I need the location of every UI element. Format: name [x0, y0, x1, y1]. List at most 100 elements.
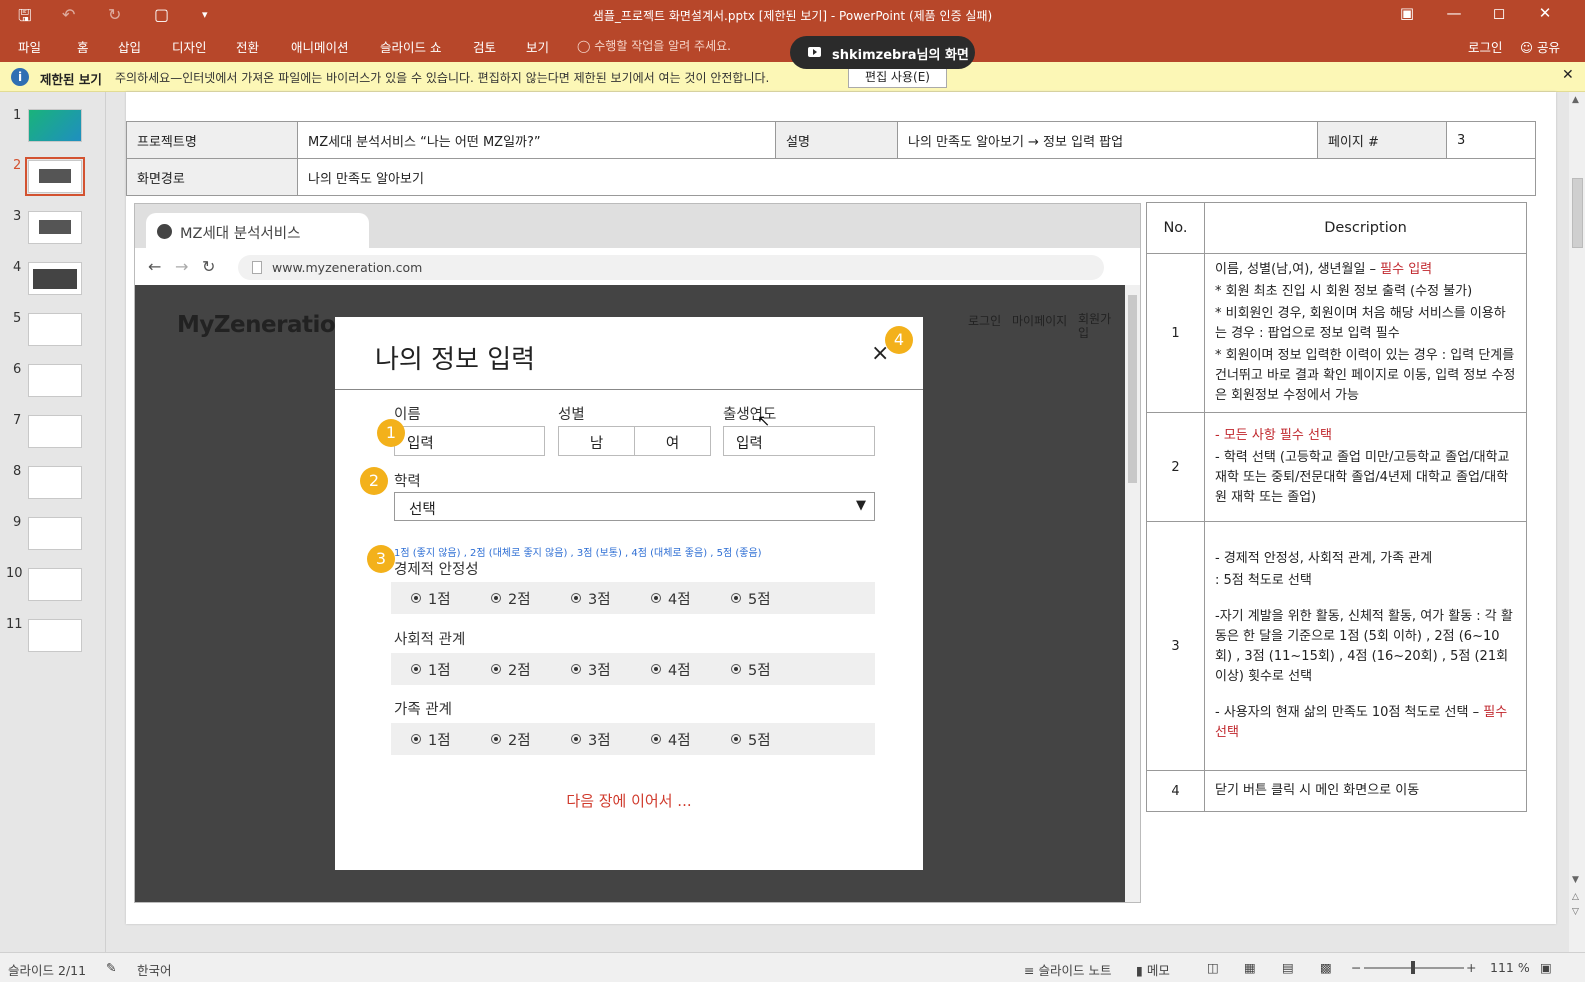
radio-option: 4점 — [651, 659, 691, 680]
tell-me-search[interactable]: ◯ 수행할 작업을 알려 주세요. — [577, 37, 731, 54]
page-value: 3 — [1446, 121, 1536, 159]
zoom-in-icon[interactable]: + — [1466, 960, 1476, 975]
desc-line: 이름, 성별(남,여), 생년월일 – 필수 입력 — [1215, 262, 1433, 277]
spell-check-icon[interactable]: ✎ — [106, 960, 116, 975]
menu-home[interactable]: 홈 — [77, 37, 89, 56]
menu-design[interactable]: 디자인 — [172, 37, 207, 56]
vertical-scrollbar[interactable]: ▲ ▼ △ ▽ — [1569, 92, 1585, 952]
radio-icon — [731, 734, 741, 744]
zoom-slider-thumb[interactable] — [1411, 961, 1415, 974]
no-header: No. — [1146, 202, 1205, 254]
language-indicator[interactable]: 한국어 — [137, 960, 172, 979]
slide-thumbnail-11[interactable] — [28, 619, 82, 652]
prev-slide-icon[interactable]: △ — [1572, 892, 1579, 902]
row-description: 이름, 성별(남,여), 생년월일 – 필수 입력 * 회원 최초 진입 시 회… — [1204, 253, 1527, 413]
desc-line: - 사용자의 현재 삶의 만족도 10점 척도로 선택 – 필수 선택 — [1215, 705, 1508, 740]
thumb-number: 9 — [13, 515, 22, 530]
protected-view-title: 제한된 보기 — [40, 72, 102, 87]
row-number: 4 — [1146, 770, 1205, 812]
slideshow-view-icon[interactable]: ▩ — [1320, 960, 1332, 975]
radio-option: 3점 — [571, 659, 611, 680]
next-slide-icon[interactable]: ▽ — [1572, 907, 1579, 917]
zoom-out-icon[interactable]: − — [1351, 960, 1361, 975]
radio-icon — [411, 664, 421, 674]
fit-to-window-icon[interactable]: ▣ — [1540, 960, 1552, 975]
path-label: 화면경로 — [126, 158, 298, 196]
slide-thumbnail-7[interactable] — [28, 415, 82, 448]
site-mypage-link: 마이페이지 — [1012, 314, 1068, 328]
slide-thumbnail-4[interactable] — [28, 262, 82, 295]
enable-editing-button[interactable]: 편집 사용(E) — [848, 67, 947, 88]
desc-line: - 경제적 안정성, 사회적 관계, 가족 관계 — [1215, 551, 1433, 566]
radio-option: 2점 — [491, 729, 531, 750]
menu-slideshow[interactable]: 슬라이드 쇼 — [380, 37, 441, 56]
radio-option: 5점 — [731, 729, 771, 750]
minimize-icon[interactable]: — — [1440, 4, 1468, 22]
radio-option: 2점 — [491, 588, 531, 609]
notes-icon: ≡ — [1024, 963, 1035, 978]
page-label: 페이지 # — [1317, 121, 1447, 159]
status-bar: 슬라이드 2/11 ✎ 한국어 ≡ 슬라이드 노트 ▮ 메모 ◫ ▦ ▤ ▩ −… — [0, 952, 1585, 982]
gender-label: 성별 — [558, 407, 585, 423]
slide-sorter-icon[interactable]: ▦ — [1244, 960, 1256, 975]
education-value: 선택 — [409, 502, 436, 518]
description-table: No. Description 1 이름, 성별(남,여), 생년월일 – 필수… — [1146, 202, 1527, 812]
radio-icon — [571, 664, 581, 674]
site-login-link: 로그인 — [968, 314, 1002, 328]
menu-review[interactable]: 검토 — [473, 37, 496, 56]
comments-button[interactable]: ▮ 메모 — [1136, 960, 1170, 979]
popup-divider — [335, 389, 923, 390]
notes-button[interactable]: ≡ 슬라이드 노트 — [1024, 960, 1111, 979]
radio-option: 4점 — [651, 588, 691, 609]
title-bar: 🖫 ↶ ↻ ▢ ▾ 샘플_프로젝트 화면설계서.pptx [제한된 보기] - … — [0, 0, 1585, 30]
address-row: ← → ↻ www.myzeneration.com — [135, 248, 1140, 285]
slide-thumbnail-2[interactable] — [25, 157, 85, 196]
comment-icon: ▮ — [1136, 963, 1143, 978]
slide-thumbnail-8[interactable] — [28, 466, 82, 499]
gender-toggle: 남 여 — [558, 426, 711, 456]
menu-transitions[interactable]: 전환 — [236, 37, 259, 56]
slide-thumbnail-10[interactable] — [28, 568, 82, 601]
desc-line: * 회원 최초 진입 시 회원 정보 출력 (수정 불가) — [1215, 284, 1473, 299]
scroll-thumb[interactable] — [1572, 178, 1583, 248]
slide-thumbnail-6[interactable] — [28, 364, 82, 397]
screen-share-text: shkimzebra님의 화면 — [832, 48, 969, 63]
close-window-icon[interactable]: ✕ — [1531, 4, 1559, 22]
description-header: Description — [1204, 202, 1527, 254]
dropdown-arrow-icon: ▼ — [856, 498, 866, 513]
slide-thumbnail-5[interactable] — [28, 313, 82, 346]
zoom-level[interactable]: 111 % — [1490, 960, 1530, 975]
share-button[interactable]: ☺ 공유 — [1520, 37, 1560, 56]
thumb-number: 5 — [13, 311, 22, 326]
login-link[interactable]: 로그인 — [1468, 37, 1503, 56]
thumb-number: 7 — [13, 413, 22, 428]
slide-thumbnail-9[interactable] — [28, 517, 82, 550]
thumb-number: 3 — [13, 209, 22, 224]
social-relations-options: 1점 2점 3점 4점 5점 — [391, 653, 875, 685]
menu-file[interactable]: 파일 — [18, 37, 41, 56]
desc-line: - 모든 사항 필수 선택 — [1215, 428, 1332, 443]
menu-animations[interactable]: 애니메이션 — [291, 37, 349, 56]
menu-insert[interactable]: 삽입 — [118, 37, 141, 56]
annotation-badge-1: 1 — [377, 419, 405, 447]
scroll-down-icon[interactable]: ▼ — [1572, 875, 1579, 885]
browser-tab: MZ세대 분석서비스 — [146, 213, 369, 249]
slide-thumbnail-1[interactable] — [28, 109, 82, 142]
slide-thumbnail-3[interactable] — [28, 211, 82, 244]
social-relations-label: 사회적 관계 — [394, 632, 466, 648]
ribbon-display-icon[interactable]: ▣ — [1393, 4, 1421, 22]
menu-view[interactable]: 보기 — [526, 37, 549, 56]
project-label: 프로젝트명 — [126, 121, 298, 159]
birth-year-input: 입력 — [723, 426, 875, 456]
radio-icon — [731, 593, 741, 603]
reading-view-icon[interactable]: ▤ — [1282, 960, 1294, 975]
table-row: 2 - 모든 사항 필수 선택 - 학력 선택 (고등학교 졸업 미만/고등학교… — [1146, 412, 1527, 522]
protected-view-message: 주의하세요—인터넷에서 가져온 파일에는 바이러스가 있을 수 있습니다. 편집… — [115, 71, 770, 85]
slide-counter: 슬라이드 2/11 — [8, 963, 87, 978]
normal-view-icon[interactable]: ◫ — [1207, 960, 1219, 975]
close-icon[interactable]: ✕ — [1562, 67, 1574, 83]
name-input: 입력 — [394, 426, 545, 456]
scroll-up-icon[interactable]: ▲ — [1572, 95, 1579, 105]
maximize-icon[interactable]: ◻ — [1485, 4, 1513, 22]
spec-header-table: 프로젝트명 MZ세대 분석서비스 “나는 어떤 MZ일까?” 설명 나의 만족도… — [126, 121, 1536, 196]
